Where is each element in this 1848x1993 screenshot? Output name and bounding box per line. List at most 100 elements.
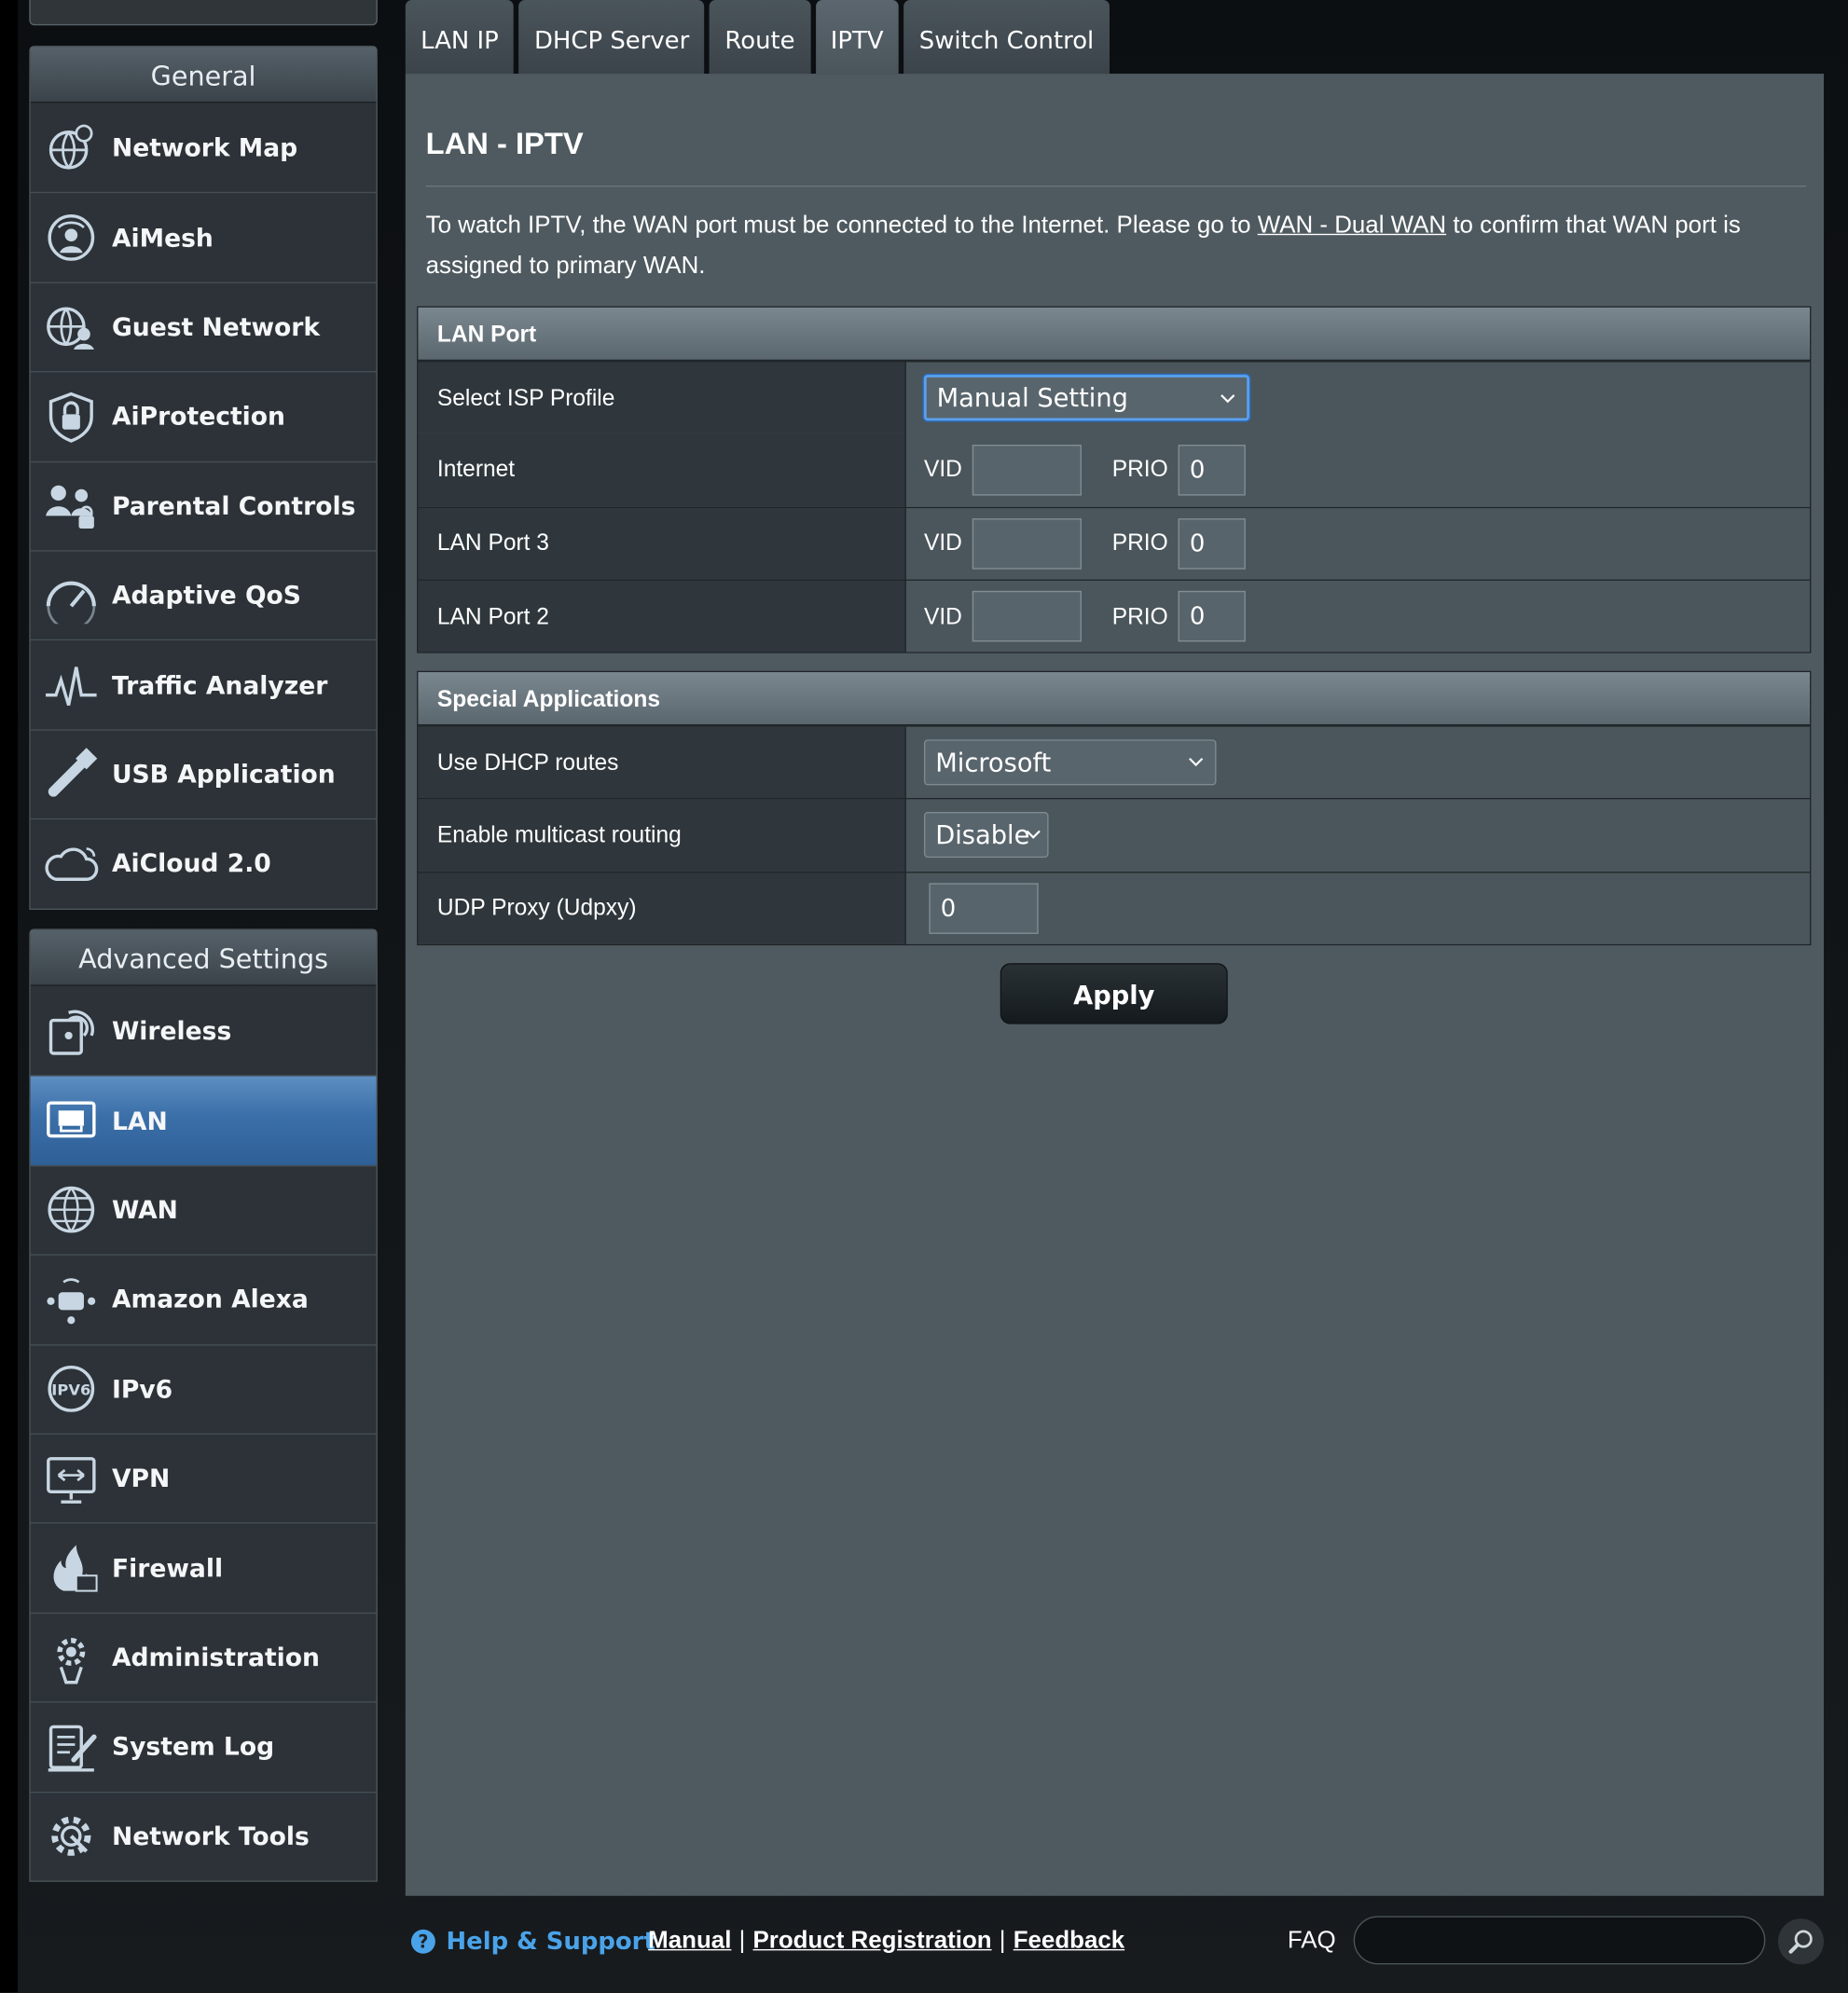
prio-input[interactable]: 0 bbox=[1178, 590, 1246, 642]
prio-input[interactable]: 0 bbox=[1178, 444, 1246, 496]
sidebar-advanced-header: Advanced Settings bbox=[30, 929, 377, 986]
apply-button[interactable]: Apply bbox=[1000, 963, 1228, 1024]
multicast-routing-label: Enable multicast routing bbox=[418, 799, 906, 872]
sidebar-item-firewall[interactable]: Firewall bbox=[30, 1522, 377, 1613]
faq-search-input[interactable] bbox=[1353, 1916, 1766, 1965]
sidebar-item-label: LAN bbox=[111, 1106, 168, 1136]
vpn-icon bbox=[43, 1450, 99, 1506]
prio-label: PRIO bbox=[1111, 602, 1168, 629]
dhcp-routes-row: Use DHCP routes Microsoft bbox=[418, 725, 1811, 799]
chevron-down-icon bbox=[1026, 831, 1041, 840]
wan-dual-wan-link[interactable]: WAN - Dual WAN bbox=[1258, 213, 1446, 240]
sidebar-item-wireless[interactable]: Wireless bbox=[30, 985, 377, 1076]
page-description: To watch IPTV, the WAN port must be conn… bbox=[426, 206, 1812, 287]
sidebar-item-network-map[interactable]: Network Map bbox=[30, 103, 377, 193]
tab-bar: LAN IP DHCP Server Route IPTV Switch Control bbox=[405, 0, 1114, 76]
tab-dhcp-server[interactable]: DHCP Server bbox=[518, 0, 705, 75]
multicast-routing-select[interactable]: Disable bbox=[923, 812, 1049, 859]
lan-icon bbox=[43, 1093, 99, 1148]
sidebar-item-traffic-analyzer[interactable]: Traffic Analyzer bbox=[30, 639, 377, 730]
footer: ? Help & Support Manual | Product Regist… bbox=[406, 1916, 1829, 1968]
product-registration-link[interactable]: Product Registration bbox=[752, 1928, 991, 1956]
parental-controls-icon bbox=[43, 478, 99, 534]
help-support-label: Help & Support bbox=[446, 1927, 655, 1956]
aicloud-icon bbox=[43, 836, 99, 892]
vlan-row: LAN Port 3 VID PRIO 0 bbox=[418, 506, 1811, 580]
wan-icon bbox=[43, 1182, 99, 1238]
guest-network-icon bbox=[43, 299, 99, 355]
faq-search-button[interactable] bbox=[1777, 1918, 1825, 1965]
udpxy-input[interactable]: 0 bbox=[929, 882, 1039, 934]
adaptive-qos-icon bbox=[43, 568, 99, 624]
sidebar-item-label: AiProtection bbox=[111, 402, 285, 432]
page-title: LAN - IPTV bbox=[425, 127, 584, 162]
sidebar-item-aimesh[interactable]: AiMesh bbox=[30, 192, 377, 282]
feedback-link[interactable]: Feedback bbox=[1014, 1928, 1124, 1956]
lan-port-header: LAN Port bbox=[418, 307, 1811, 362]
vid-input[interactable] bbox=[972, 517, 1082, 570]
dhcp-routes-label: Use DHCP routes bbox=[418, 726, 906, 799]
tab-lan-ip[interactable]: LAN IP bbox=[405, 0, 515, 75]
vid-label: VID bbox=[923, 602, 962, 629]
isp-profile-select[interactable]: Manual Setting bbox=[923, 375, 1249, 421]
tab-route[interactable]: Route bbox=[710, 0, 810, 75]
vlan-row-label: LAN Port 2 bbox=[418, 580, 906, 653]
udpxy-label: UDP Proxy (Udpxy) bbox=[418, 872, 906, 944]
prio-input[interactable]: 0 bbox=[1178, 517, 1246, 570]
udpxy-row: UDP Proxy (Udpxy) 0 bbox=[418, 871, 1811, 944]
sidebar-item-administration[interactable]: Administration bbox=[30, 1612, 377, 1702]
sidebar-item-system-log[interactable]: System Log bbox=[30, 1701, 377, 1792]
chevron-down-icon bbox=[1221, 394, 1235, 404]
desc-text-1: To watch IPTV, the WAN port must be conn… bbox=[425, 212, 1258, 240]
faq-label: FAQ bbox=[1287, 1927, 1336, 1955]
traffic-analyzer-icon bbox=[43, 657, 99, 713]
isp-profile-value: Manual Setting bbox=[936, 382, 1128, 414]
isp-profile-row: Select ISP Profile Manual Setting bbox=[418, 361, 1811, 434]
vlan-row: Internet VID PRIO 0 bbox=[418, 433, 1811, 507]
sidebar-item-label: Network Map bbox=[111, 132, 298, 163]
tab-iptv[interactable]: IPTV bbox=[815, 0, 899, 75]
sidebar-item-network-tools[interactable]: Network Tools bbox=[30, 1791, 377, 1881]
sidebar-item-vpn[interactable]: VPN bbox=[30, 1433, 377, 1523]
isp-profile-label: Select ISP Profile bbox=[418, 362, 906, 434]
help-support-link[interactable]: ? Help & Support bbox=[410, 1917, 655, 1968]
sidebar-general-panel: General Network Map AiMesh Guest Network Ai… bbox=[29, 46, 378, 910]
sidebar-item-label: Traffic Analyzer bbox=[111, 670, 328, 700]
sidebar-item-aicloud-2-0[interactable]: AiCloud 2.0 bbox=[30, 818, 377, 908]
sidebar-item-wan[interactable]: WAN bbox=[30, 1164, 377, 1255]
ipv6-icon: IPV6 bbox=[43, 1361, 99, 1417]
main-content: LAN - IPTV To watch IPTV, the WAN port m… bbox=[405, 74, 1825, 1896]
dhcp-routes-value: Microsoft bbox=[935, 747, 1052, 778]
network-tools-icon bbox=[43, 1808, 99, 1864]
sidebar-item-aiprotection[interactable]: AiProtection bbox=[30, 371, 377, 461]
amazon-alexa-icon bbox=[43, 1271, 99, 1327]
sidebar-item-lan[interactable]: LAN bbox=[30, 1075, 377, 1165]
sidebar-item-guest-network[interactable]: Guest Network bbox=[30, 282, 377, 372]
svg-text:IPV6: IPV6 bbox=[51, 1381, 90, 1399]
usb-application-icon bbox=[43, 747, 99, 803]
sidebar-top-stub bbox=[29, 0, 378, 26]
prio-label: PRIO bbox=[1111, 529, 1168, 556]
multicast-routing-row: Enable multicast routing Disable bbox=[418, 798, 1811, 872]
vid-input[interactable] bbox=[972, 590, 1082, 642]
sidebar-item-amazon-alexa[interactable]: Amazon Alexa bbox=[30, 1254, 377, 1344]
tab-switch-control[interactable]: Switch Control bbox=[903, 0, 1110, 75]
sidebar-item-label: Guest Network bbox=[111, 312, 321, 342]
sidebar-item-label: WAN bbox=[111, 1195, 178, 1225]
vlan-row-label: LAN Port 3 bbox=[418, 507, 906, 580]
sidebar-item-ipv6[interactable]: IPV6 IPv6 bbox=[30, 1343, 377, 1434]
sidebar-item-label: Administration bbox=[111, 1643, 320, 1672]
sidebar-item-label: USB Application bbox=[111, 760, 336, 790]
vid-input[interactable] bbox=[972, 444, 1082, 496]
sidebar-item-adaptive-qos[interactable]: Adaptive QoS bbox=[30, 550, 377, 640]
sidebar-item-usb-application[interactable]: USB Application bbox=[30, 729, 377, 819]
sidebar-item-label: Parental Controls bbox=[111, 491, 356, 521]
sidebar-item-parental-controls[interactable]: Parental Controls bbox=[30, 460, 377, 551]
svg-text:?: ? bbox=[418, 1932, 428, 1953]
administration-icon bbox=[43, 1629, 99, 1685]
aimesh-icon bbox=[43, 210, 99, 266]
special-applications-table: Special Applications Use DHCP routes Mic… bbox=[417, 670, 1812, 945]
sidebar-item-label: System Log bbox=[111, 1732, 275, 1762]
dhcp-routes-select[interactable]: Microsoft bbox=[923, 739, 1217, 786]
manual-link[interactable]: Manual bbox=[648, 1928, 731, 1956]
